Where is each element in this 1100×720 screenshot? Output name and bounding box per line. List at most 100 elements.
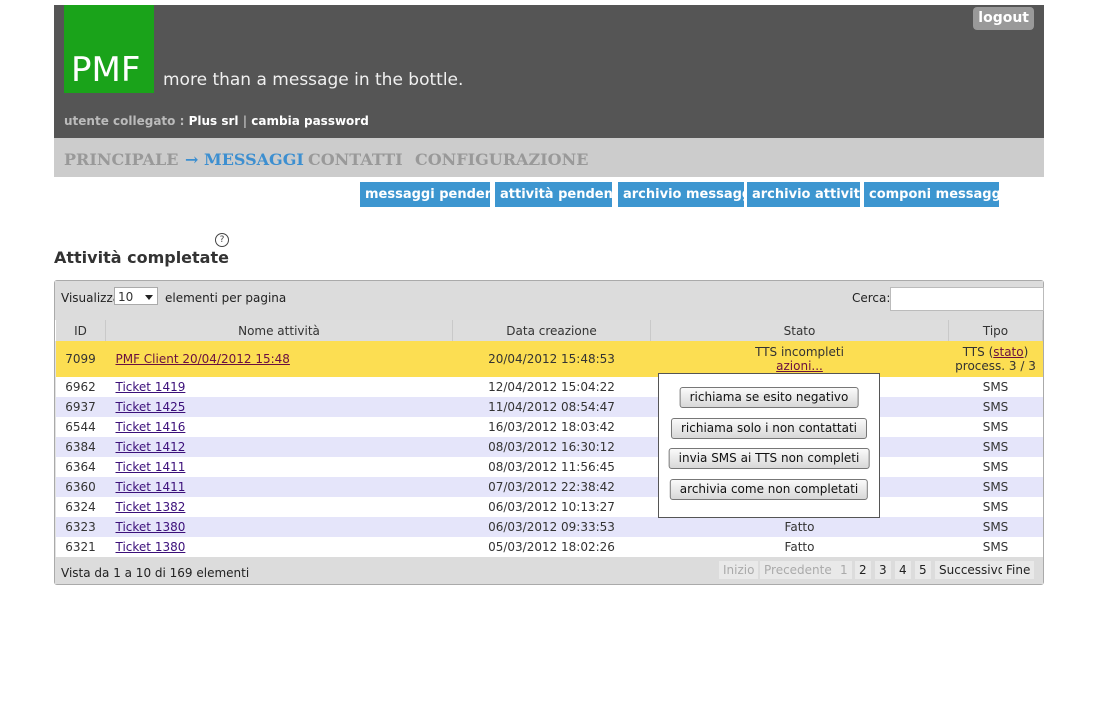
cell-name: Ticket 1411 [105,477,453,497]
user-info: utente collegato : Plus srl | cambia pas… [64,114,369,128]
pmf-logo: PMF [64,5,154,93]
cell-name: Ticket 1380 [105,517,453,537]
recall-negative-button[interactable]: richiama se esito negativo [679,387,859,408]
cell-id: 6937 [55,397,106,417]
pagination-page-5[interactable]: 5 [915,561,931,579]
cell-name: Ticket 1412 [105,437,453,457]
pagination-page-4[interactable]: 4 [895,561,911,579]
recall-not-contacted-button[interactable]: richiama solo i non contattati [670,418,868,439]
menu-configurazione[interactable]: CONFIGURAZIONE [415,150,588,169]
cell-date: 06/03/2012 09:33:53 [452,517,651,537]
pagination-page-3[interactable]: 3 [875,561,891,579]
activity-link[interactable]: Ticket 1380 [116,540,186,554]
send-sms-incomplete-tts-button[interactable]: invia SMS ai TTS non completi [668,448,870,469]
cell-id: 6544 [55,417,106,437]
pagination-page-1[interactable]: 1 [836,561,852,579]
user-label: utente collegato : [64,114,185,128]
column-header-stato[interactable]: Stato [650,320,949,341]
pagination-page-2[interactable]: 2 [855,561,871,579]
cell-name: Ticket 1416 [105,417,453,437]
tipo-suffix: ) [1023,345,1029,359]
table-panel: Visualizza 10 elementi per pagina Cerca:… [54,280,1044,585]
submenu-attivita-pendenti[interactable]: attività pendenti [495,182,624,207]
user-name: Plus srl [188,114,239,128]
column-header-data[interactable]: Data creazione [452,320,651,341]
activity-link[interactable]: Ticket 1380 [116,520,186,534]
page-header: PMF more than a message in the bottle. l… [54,5,1044,138]
cell-stato: Fatto [650,537,949,557]
cell-date: 06/03/2012 10:13:27 [452,497,651,517]
cell-name: Ticket 1382 [105,497,453,517]
cell-tipo: SMS [948,537,1043,557]
pagination-previous[interactable]: Precedente [760,561,836,579]
cell-date: 08/03/2012 16:30:12 [452,437,651,457]
cell-id: 7099 [55,341,106,377]
table-row: 6321 Ticket 1380 05/03/2012 18:02:26 Fat… [55,537,1043,557]
cell-date: 12/04/2012 15:04:22 [452,377,651,397]
azioni-link[interactable]: azioni... [776,359,823,373]
cell-id: 6364 [55,457,106,477]
cell-date: 08/03/2012 11:56:45 [452,457,651,477]
tipo-process: process. 3 / 3 [955,359,1036,373]
table-row: 6544 Ticket 1416 16/03/2012 18:03:42 SMS [55,417,1043,437]
submenu-componi-messaggio[interactable]: componi messaggio [864,182,1014,207]
cell-name: PMF Client 20/04/2012 15:48 [105,341,453,377]
stato-text: TTS incompleti [755,345,844,359]
cell-tipo: SMS [948,417,1043,437]
activity-link[interactable]: Ticket 1416 [116,420,186,434]
search-input[interactable] [890,287,1044,311]
table-row: 6384 Ticket 1412 08/03/2012 16:30:12 SMS [55,437,1043,457]
table-row: 6962 Ticket 1419 12/04/2012 15:04:22 SMS [55,377,1043,397]
submenu-messaggi-pendenti[interactable]: messaggi pendenti [360,182,505,207]
change-password-link[interactable]: cambia password [251,114,369,128]
pagination-first[interactable]: Inizio [719,561,759,579]
archive-not-completed-button[interactable]: archivia come non completati [669,479,869,500]
help-icon[interactable]: ? [215,233,229,247]
cell-name: Ticket 1411 [105,457,453,477]
pagination-last[interactable]: Fine [1002,561,1035,579]
cell-name: Ticket 1425 [105,397,453,417]
pagination-next[interactable]: Successivo [935,561,1010,579]
activity-link[interactable]: Ticket 1382 [116,500,186,514]
cell-tipo: SMS [948,397,1043,417]
cell-tipo: SMS [948,457,1043,477]
page-length-select[interactable]: 10 [114,287,158,305]
cell-tipo: SMS [948,377,1043,397]
cell-id: 6321 [55,537,106,557]
cell-tipo: TTS (stato) process. 3 / 3 [948,341,1043,377]
stato-link[interactable]: stato [993,345,1023,359]
menu-messaggi[interactable]: → MESSAGGI [185,150,304,169]
submenu-archivio-attivita[interactable]: archivio attività [747,182,869,207]
table-row: 6364 Ticket 1411 08/03/2012 11:56:45 SMS [55,457,1043,477]
activity-link[interactable]: PMF Client 20/04/2012 15:48 [116,352,290,366]
cell-id: 6360 [55,477,106,497]
submenu-archivio-messaggi[interactable]: archivio messaggi [618,182,756,207]
cell-date: 05/03/2012 18:02:26 [452,537,651,557]
page-length-value: 10 [118,290,134,304]
cell-date: 07/03/2012 22:38:42 [452,477,651,497]
cell-date: 16/03/2012 18:03:42 [452,417,651,437]
activity-link[interactable]: Ticket 1411 [116,460,186,474]
activity-link[interactable]: Ticket 1411 [116,480,186,494]
cell-tipo: SMS [948,437,1043,457]
length-label-before: Visualizza [61,291,121,305]
cell-id: 6384 [55,437,106,457]
cell-name: Ticket 1380 [105,537,453,557]
menu-contatti[interactable]: CONTATTI [308,150,403,169]
column-header-nome[interactable]: Nome attività [105,320,453,341]
menu-principale[interactable]: PRINCIPALE [64,150,178,169]
activity-link[interactable]: Ticket 1419 [116,380,186,394]
cell-tipo: SMS [948,477,1043,497]
activity-link[interactable]: Ticket 1425 [116,400,186,414]
table-toolbar: Visualizza 10 elementi per pagina Cerca: [55,281,1044,320]
logout-button[interactable]: logout [973,7,1034,30]
cell-date: 11/04/2012 08:54:47 [452,397,651,417]
column-header-tipo[interactable]: Tipo [948,320,1043,341]
main-menu: PRINCIPALE → MESSAGGI CONTATTI CONFIGURA… [54,138,1044,177]
table-row: 6360 Ticket 1411 07/03/2012 22:38:42 SMS [55,477,1043,497]
column-header-id[interactable]: ID [55,320,106,341]
cell-stato: TTS incompleti azioni... [650,341,949,377]
activity-link[interactable]: Ticket 1412 [116,440,186,454]
table-row: 6937 Ticket 1425 11/04/2012 08:54:47 SMS [55,397,1043,417]
table-info: Vista da 1 a 10 di 169 elementi [61,566,250,580]
